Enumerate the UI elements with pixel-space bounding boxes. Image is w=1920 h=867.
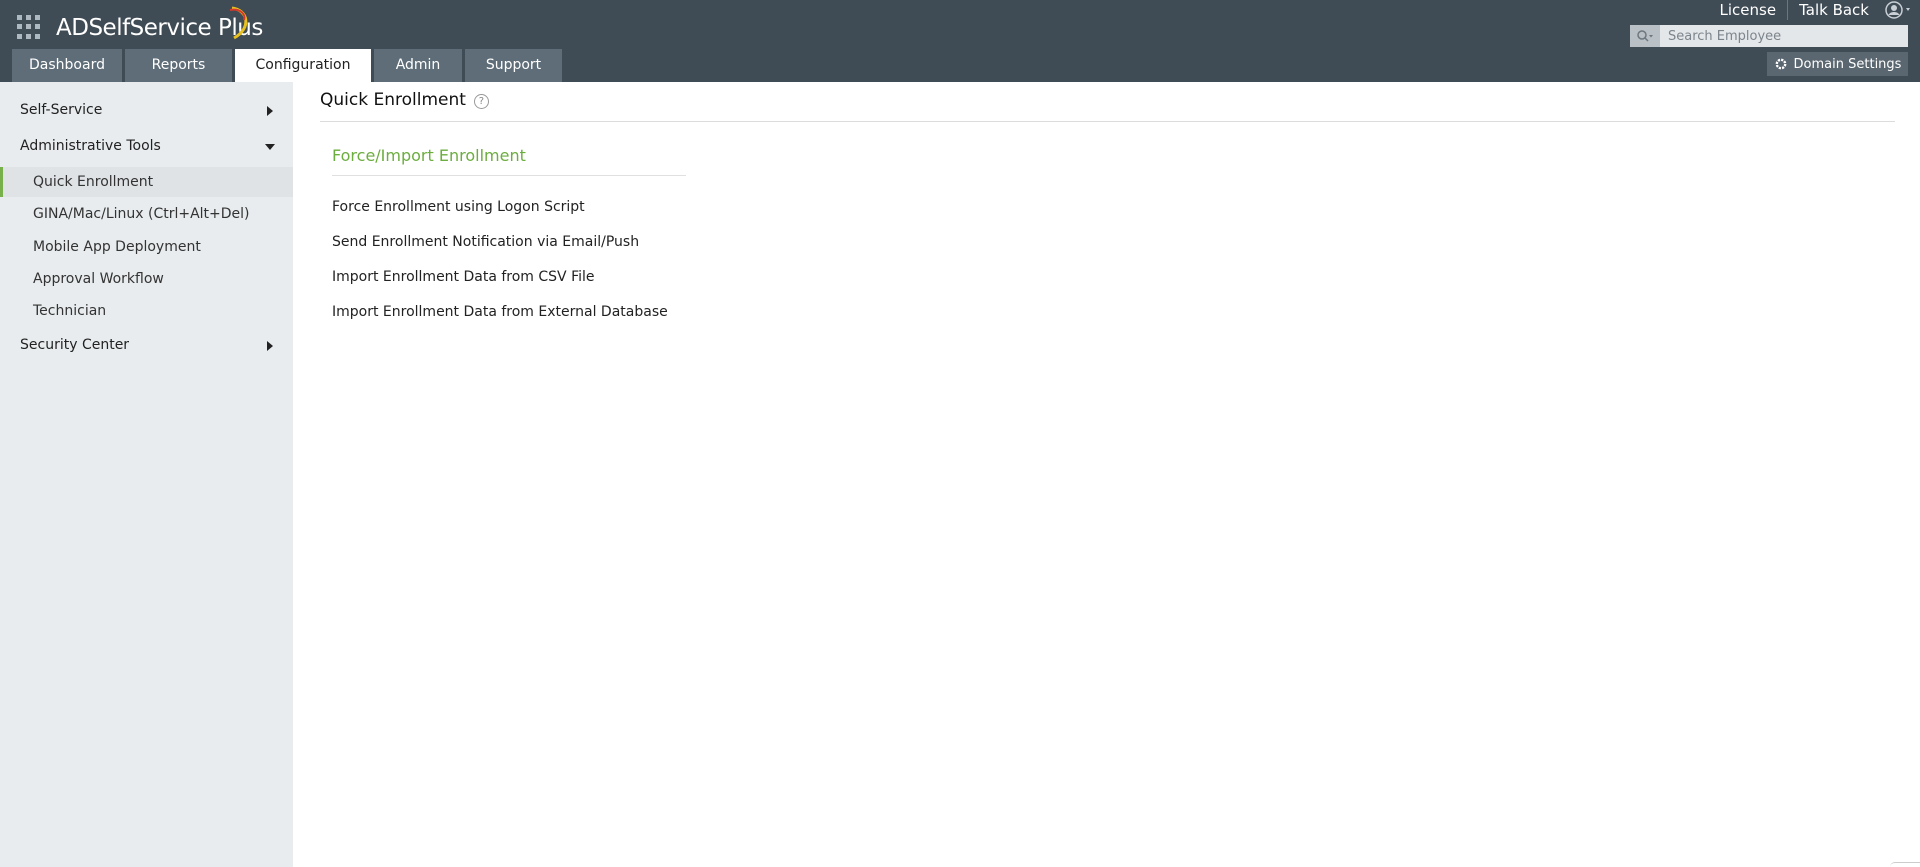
top-links: License Talk Back <box>1709 0 1920 20</box>
chevron-right-icon <box>267 106 273 116</box>
sidebar-section-label: Administrative Tools <box>20 138 161 154</box>
force-enrollment-logon-script-link[interactable]: Force Enrollment using Logon Script <box>332 199 585 215</box>
import-enrollment-external-db-link[interactable]: Import Enrollment Data from External Dat… <box>332 304 668 320</box>
chevron-down-icon <box>265 144 275 150</box>
search-icon[interactable] <box>1630 25 1660 47</box>
chevron-right-icon <box>267 341 273 351</box>
sidebar-section-self-service[interactable]: Self-Service <box>20 99 273 121</box>
tab-configuration[interactable]: Configuration <box>235 49 371 82</box>
user-menu[interactable] <box>1880 0 1920 20</box>
tab-admin[interactable]: Admin <box>374 49 462 82</box>
tab-support[interactable]: Support <box>465 49 562 82</box>
user-avatar-icon <box>1885 1 1910 19</box>
license-link[interactable]: License <box>1709 0 1789 20</box>
sidebar-section-administrative-tools[interactable]: Administrative Tools <box>20 135 275 157</box>
chevron-down-icon <box>1906 8 1910 11</box>
app-grid-icon[interactable] <box>17 15 41 39</box>
gear-icon <box>1775 58 1786 70</box>
tab-dashboard[interactable]: Dashboard <box>12 49 122 82</box>
scroll-corner <box>1890 862 1920 867</box>
page-title: Quick Enrollment ? <box>320 90 489 110</box>
search-input[interactable] <box>1660 24 1908 48</box>
sidebar-item-mobile-app-deployment[interactable]: Mobile App Deployment <box>0 232 293 262</box>
divider <box>332 175 686 176</box>
sidebar-item-gina-mac-linux[interactable]: GINA/Mac/Linux (Ctrl+Alt+Del) <box>0 199 293 229</box>
help-icon[interactable]: ? <box>473 93 489 109</box>
page-title-text: Quick Enrollment <box>320 90 466 110</box>
send-enrollment-notification-link[interactable]: Send Enrollment Notification via Email/P… <box>332 234 639 250</box>
talk-back-link[interactable]: Talk Back <box>1788 0 1880 20</box>
sidebar-section-security-center[interactable]: Security Center <box>20 334 273 356</box>
import-enrollment-csv-link[interactable]: Import Enrollment Data from CSV File <box>332 269 595 285</box>
domain-settings-button[interactable]: Domain Settings <box>1767 52 1908 76</box>
top-bar: ADSelfService Plus License Talk Back Sea… <box>0 0 1920 82</box>
main-tabs: Dashboard Reports Configuration Admin Su… <box>12 49 565 82</box>
sidebar-item-approval-workflow[interactable]: Approval Workflow <box>0 264 293 294</box>
brand-swoosh-icon <box>229 6 248 40</box>
section-heading: Force/Import Enrollment <box>332 146 526 165</box>
sidebar-section-label: Self-Service <box>20 102 103 118</box>
sidebar: Self-Service Administrative Tools Quick … <box>0 82 293 867</box>
sidebar-item-technician[interactable]: Technician <box>0 296 293 326</box>
domain-settings-label: Domain Settings <box>1793 56 1902 72</box>
employee-search <box>1630 24 1908 48</box>
tab-reports[interactable]: Reports <box>125 49 232 82</box>
sidebar-section-label: Security Center <box>20 337 130 353</box>
divider <box>320 121 1895 122</box>
sidebar-item-quick-enrollment[interactable]: Quick Enrollment <box>0 167 293 197</box>
